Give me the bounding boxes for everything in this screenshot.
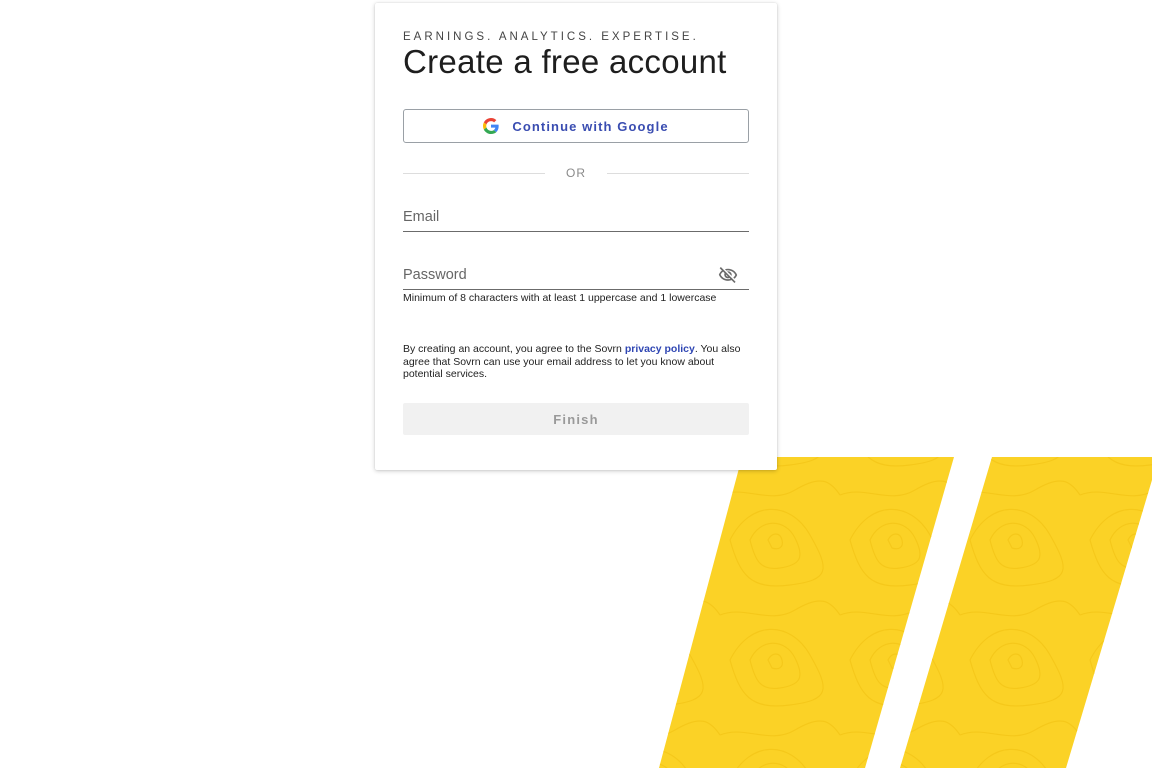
password-hint: Minimum of 8 characters with at least 1 … [403, 292, 717, 304]
privacy-policy-link[interactable]: privacy policy [625, 343, 695, 355]
finish-button[interactable]: Finish [403, 403, 749, 435]
signup-page: EARNINGS. ANALYTICS. EXPERTISE. Create a… [0, 0, 1152, 768]
signup-card: EARNINGS. ANALYTICS. EXPERTISE. Create a… [375, 3, 777, 470]
email-input[interactable] [403, 206, 703, 228]
password-field-container [403, 260, 749, 290]
continue-with-google-label: Continue with Google [512, 118, 669, 134]
page-title: Create a free account [403, 43, 727, 80]
or-divider: OR [403, 163, 749, 183]
terms-text: By creating an account, you agree to the… [403, 343, 753, 381]
divider-line-right [607, 173, 749, 174]
google-g-icon [483, 118, 499, 134]
email-field-container [403, 202, 749, 232]
continue-with-google-button[interactable]: Continue with Google [403, 109, 749, 143]
tagline: EARNINGS. ANALYTICS. EXPERTISE. [403, 31, 699, 43]
terms-text-before: By creating an account, you agree to the… [403, 343, 625, 355]
password-input[interactable] [403, 264, 703, 286]
eye-off-icon[interactable] [717, 265, 739, 285]
